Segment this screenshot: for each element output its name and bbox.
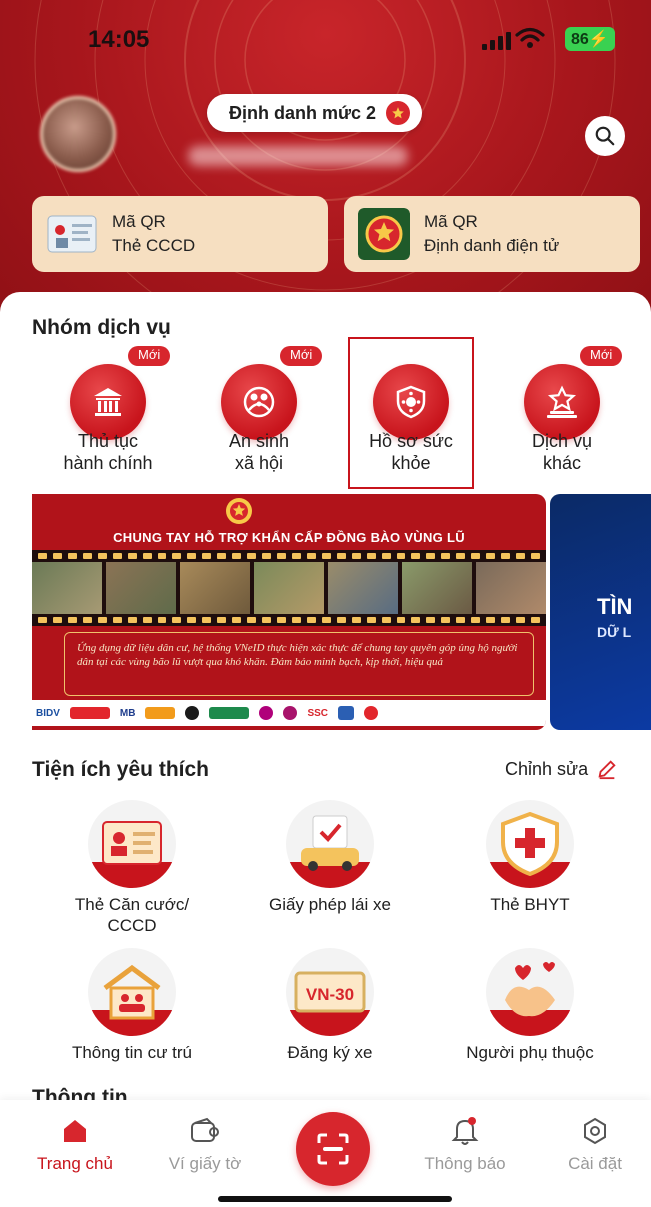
new-badge: Mới: [128, 346, 171, 366]
service-label-line1: Thủ tục: [77, 431, 139, 451]
id-card-thumbnail-icon: [47, 215, 97, 253]
health-insurance-icon: [486, 800, 574, 888]
nav-label: Ví giấy tờ: [168, 1154, 242, 1173]
wifi-icon: [515, 27, 545, 48]
service-administrative[interactable]: Thủ tục hành chính: [33, 346, 183, 486]
nav-wallet[interactable]: Ví giấy tờ: [150, 1114, 260, 1174]
pencil-icon: [598, 760, 616, 780]
sponsor-logo-icon: [338, 706, 355, 720]
police-emblem-icon: [358, 208, 410, 260]
favorite-label-line1: Thẻ BHYT: [490, 895, 570, 914]
banner-note: Ứng dụng dữ liệu dân cư, hệ thống VNeID …: [64, 632, 534, 696]
home-indicator: [218, 1196, 452, 1202]
sponsor-logos: BIDV MB SSC: [32, 700, 546, 726]
service-label-line1: Dịch vụ: [531, 431, 593, 451]
status-time: 14:05: [88, 26, 150, 53]
nav-settings[interactable]: Cài đặt: [540, 1114, 650, 1174]
scan-button[interactable]: [296, 1112, 370, 1186]
favorite-label-line2: CCCD: [107, 916, 157, 935]
next-banner-title: TÌN: [597, 594, 633, 619]
services-title: Nhóm dịch vụ: [32, 316, 171, 339]
nav-label: Trang chủ: [37, 1154, 113, 1173]
favorite-label-line1: Thẻ Căn cước/: [74, 895, 190, 914]
residence-icon: [88, 948, 176, 1036]
sponsor-logo: BIDV: [36, 707, 60, 719]
new-badge: Mới: [580, 346, 623, 366]
edit-favorites-button[interactable]: Chỉnh sửa: [505, 758, 618, 780]
service-label-line2: xã hội: [234, 453, 284, 473]
vehicle-plate-icon: VN-30: [286, 948, 374, 1036]
scan-icon: [317, 1133, 349, 1165]
battery-level: 86: [571, 31, 589, 48]
favorite-label-line1: Thông tin cư trú: [71, 1043, 193, 1062]
star-podium-icon: [524, 364, 600, 440]
wallet-icon: [191, 1117, 219, 1142]
sponsor-logo-icon: [364, 706, 379, 720]
flood-support-banner[interactable]: CHUNG TAY HỖ TRỢ KHẨN CẤP ĐỒNG BÀO VÙNG …: [32, 494, 546, 730]
qr-cccd-line2: Thẻ CCCD: [112, 236, 196, 255]
sponsor-logo-icon: [209, 707, 250, 719]
star-badge-icon: [386, 101, 411, 125]
sponsor-logo: SSC: [307, 707, 329, 719]
status-bar: 14:05 86⚡: [0, 0, 651, 70]
qr-cccd-line1: Mã QR: [112, 212, 166, 231]
sponsor-logo: MB: [119, 707, 136, 719]
qr-cccd-card[interactable]: Mã QR Thẻ CCCD: [32, 196, 328, 272]
signal-icon: [482, 32, 511, 50]
qr-digital-id-card[interactable]: Mã QR Định danh điện tử: [344, 196, 640, 272]
next-banner-subtitle: DỮ L: [597, 624, 632, 640]
banner-title: CHUNG TAY HỖ TRỢ KHẨN CẤP ĐỒNG BÀO VÙNG …: [113, 530, 465, 545]
police-emblem-icon: [226, 498, 252, 524]
nav-notifications[interactable]: Thông báo: [410, 1114, 520, 1174]
service-label-line2: khác: [542, 453, 582, 473]
nav-home[interactable]: Trang chủ: [20, 1114, 130, 1174]
nav-label: Cài đặt: [568, 1154, 622, 1173]
plate-text: VN-30: [306, 985, 354, 1004]
favorite-label-line1: Đăng ký xe: [287, 1043, 373, 1062]
family-icon: [221, 364, 297, 440]
favorites-title: Tiện ích yêu thích: [32, 758, 209, 781]
bell-icon: [451, 1117, 479, 1145]
nav-label: Thông báo: [424, 1154, 506, 1173]
favorite-label-line1: Người phụ thuộc: [466, 1043, 594, 1062]
qr-digital-line2: Định danh điện tử: [424, 236, 560, 255]
search-icon: [595, 126, 615, 146]
service-label-line2: hành chính: [63, 453, 153, 473]
service-label-line1: An sinh: [228, 431, 290, 451]
sponsor-logo-icon: [69, 707, 110, 719]
identity-level-pill[interactable]: Định danh mức 2: [207, 94, 423, 132]
film-strip-photos: [32, 550, 546, 626]
id-card-icon: [88, 800, 176, 888]
driver-license-icon: [286, 800, 374, 888]
bank-icon: [70, 364, 146, 440]
gear-icon: [584, 1117, 606, 1145]
selection-highlight-box: [348, 337, 474, 489]
new-badge: Mới: [280, 346, 323, 366]
avatar[interactable]: [40, 96, 116, 172]
battery-indicator: 86⚡: [565, 27, 615, 51]
search-button[interactable]: [585, 116, 625, 156]
user-name-blurred: [188, 146, 408, 166]
dependents-icon: [486, 948, 574, 1036]
service-other[interactable]: Dịch vụ khác: [487, 346, 637, 486]
service-social-security[interactable]: An sinh xã hội: [184, 346, 334, 486]
sponsor-logo-icon: [185, 706, 200, 720]
home-icon: [64, 1120, 86, 1142]
next-banner[interactable]: TÌN DỮ L: [550, 494, 651, 730]
qr-digital-line1: Mã QR: [424, 212, 478, 231]
sponsor-logo-icon: [283, 706, 298, 720]
sponsor-logo-icon: [259, 706, 274, 720]
favorite-label-line1: Giấy phép lái xe: [269, 895, 391, 914]
edit-label: Chỉnh sửa: [505, 758, 589, 779]
sponsor-logo-icon: [145, 707, 176, 719]
identity-level-label: Định danh mức 2: [229, 102, 377, 123]
